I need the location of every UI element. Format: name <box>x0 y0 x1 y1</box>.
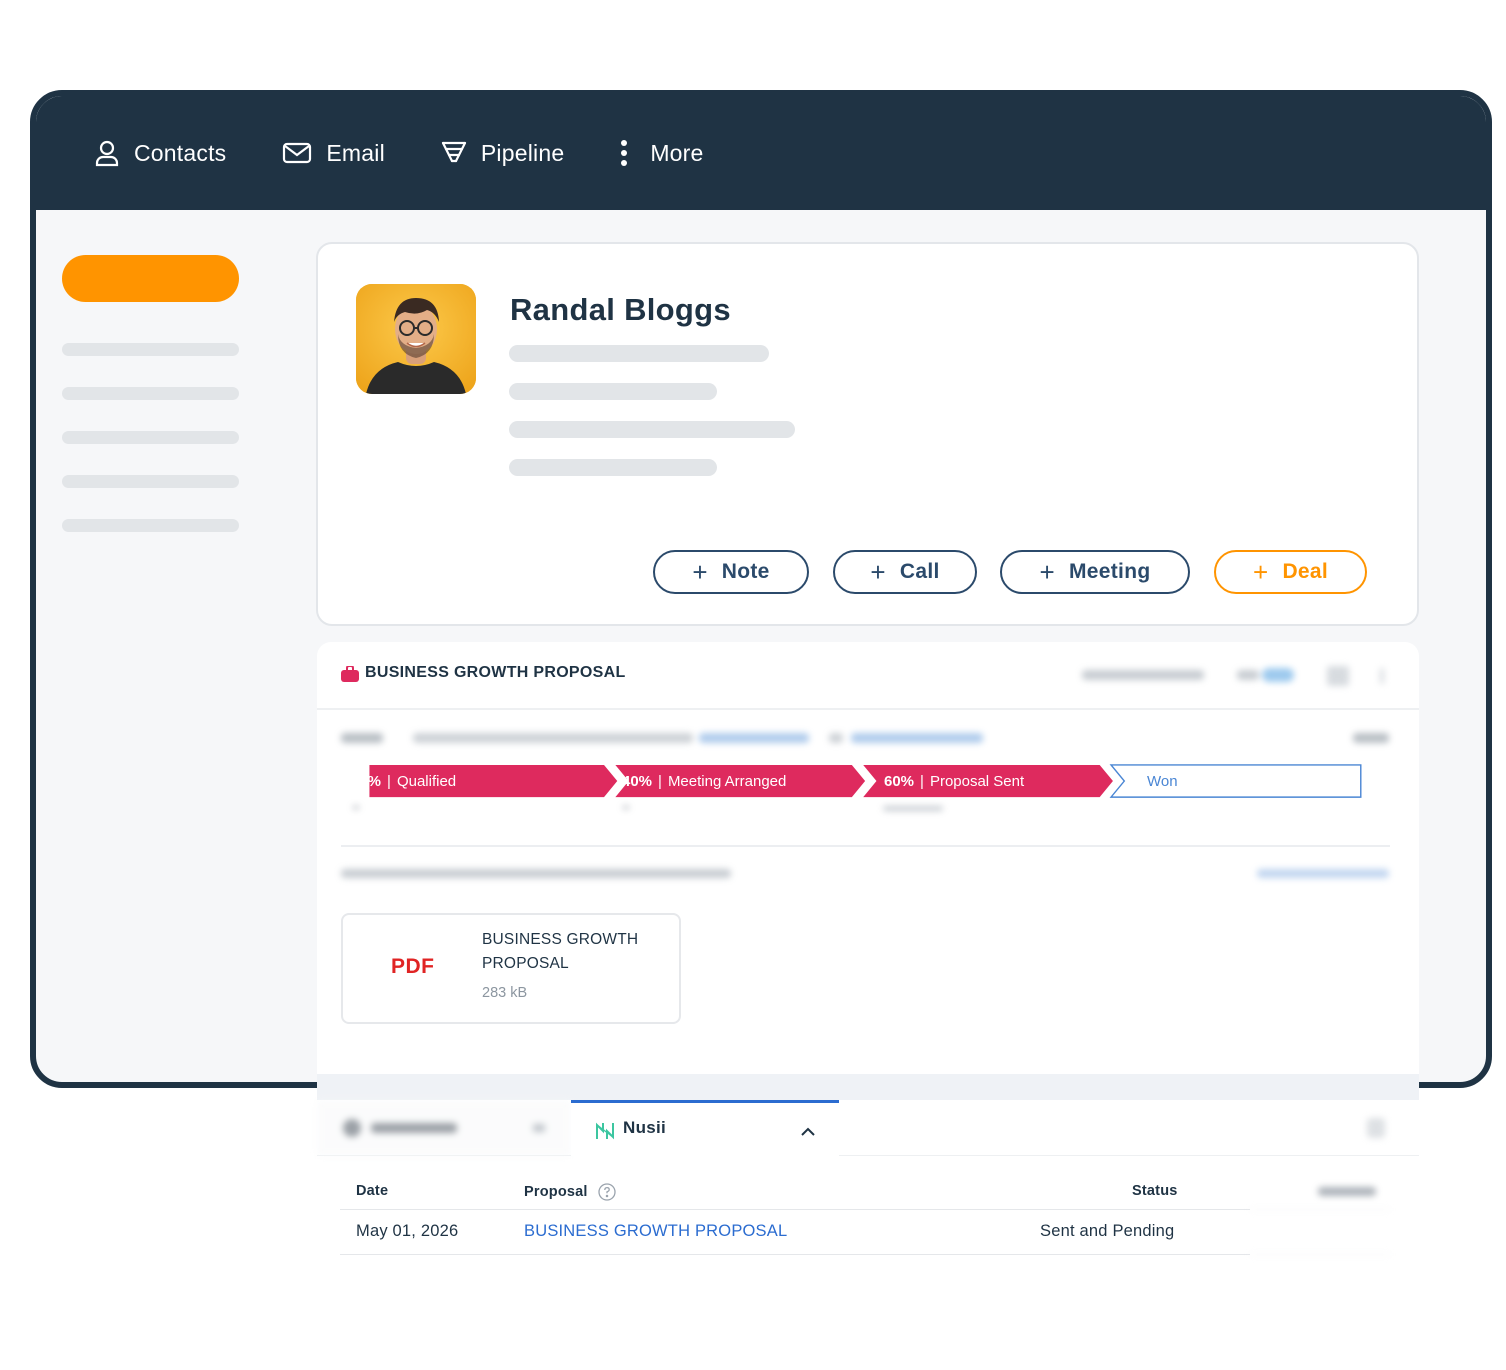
deal-divider <box>341 845 1390 847</box>
nav-more-label: More <box>650 139 704 166</box>
briefcase-icon <box>341 666 359 682</box>
nav-pipeline-label: Pipeline <box>480 139 565 166</box>
sidebar-skeleton-item <box>62 475 239 488</box>
plus-icon: + <box>692 557 708 587</box>
pdf-file-icon: PDF <box>391 955 435 978</box>
nav-email[interactable]: Email <box>282 140 385 167</box>
kebab-icon <box>621 140 628 166</box>
stage-qualified-name: Qualified <box>396 773 457 790</box>
deal-summary-line <box>341 730 1391 746</box>
deal-title: BUSINESS GROWTH PROPOSAL <box>365 664 626 681</box>
plus-icon: + <box>1039 557 1056 587</box>
table-header-rule <box>340 1209 1250 1210</box>
person-icon <box>95 140 119 167</box>
stage-meeting-arranged-name: Meeting Arranged <box>667 773 787 790</box>
nav-contacts-label: Contacts <box>134 139 227 166</box>
funnel-icon <box>441 141 466 163</box>
plus-icon: + <box>870 557 886 587</box>
contact-name: Randal Bloggs <box>510 292 731 327</box>
sidebar-skeleton-item <box>62 343 239 356</box>
nav-contacts[interactable]: Contacts <box>94 139 226 167</box>
tab-other-integration[interactable] <box>317 1100 571 1156</box>
chevron-up-icon[interactable] <box>801 1127 815 1136</box>
stage-meeting-arranged-percent: 40% <box>622 773 653 790</box>
row-proposal-link[interactable]: BUSINESS GROWTH PROPOSAL <box>524 1222 787 1241</box>
stage-meeting-arranged-label: 40% | Meeting Arranged <box>622 764 786 799</box>
contact-detail-skeleton <box>509 345 769 362</box>
column-date: Date <box>356 1183 389 1199</box>
stage-qualified-percent: 10% <box>351 773 382 790</box>
add-note-label: Note <box>721 560 770 583</box>
sidebar-primary-button[interactable] <box>62 255 239 302</box>
nusii-logo-icon <box>596 1122 614 1140</box>
sidebar-skeleton-item <box>62 431 239 444</box>
row-status: Sent and Pending <box>1040 1222 1175 1240</box>
help-circle-icon[interactable] <box>598 1183 616 1201</box>
column-proposal: Proposal <box>524 1183 616 1201</box>
nav-pipeline[interactable]: Pipeline <box>441 140 564 167</box>
add-call-button[interactable]: + Call <box>833 550 977 594</box>
stage-proposal-sent-name: Proposal Sent <box>929 773 1025 790</box>
add-note-button[interactable]: + Note <box>653 550 809 594</box>
add-deal-label: Deal <box>1282 560 1329 583</box>
stage-separator: | <box>658 773 662 790</box>
add-call-label: Call <box>899 560 940 583</box>
deal-stage-track <box>369 764 1362 798</box>
contact-card: Randal Bloggs + Note + Call + Meeting + Deal <box>316 242 1419 626</box>
row-date: May 01, 2026 <box>356 1222 459 1240</box>
stage-separator: | <box>387 773 391 790</box>
nav-email-label: Email <box>326 139 385 166</box>
integrations-strip <box>317 1074 1419 1100</box>
table-rule-extension <box>1250 1254 1390 1255</box>
tab-nusii[interactable]: Nusii <box>571 1100 839 1156</box>
attachment-name: BUSINESS GROWTH PROPOSAL <box>482 931 639 972</box>
deal-header: BUSINESS GROWTH PROPOSAL <box>317 642 1419 710</box>
integration-tabs: Nusii <box>317 1100 1419 1156</box>
deal-header-tools <box>1082 664 1392 688</box>
stage-meta-marks <box>353 806 953 812</box>
add-meeting-button[interactable]: + Meeting <box>1000 550 1190 594</box>
deal-owner-line <box>341 866 1391 880</box>
column-extra-blurred <box>1318 1187 1376 1196</box>
table-rule-extension <box>1250 1209 1390 1210</box>
contact-detail-skeleton <box>509 421 795 438</box>
contact-detail-skeleton <box>509 383 717 400</box>
avatar <box>356 284 476 394</box>
add-meeting-label: Meeting <box>1069 560 1151 583</box>
deal-panel: BUSINESS GROWTH PROPOSAL 10% | Qualified 4… <box>317 642 1419 1074</box>
contact-detail-skeleton <box>509 459 717 476</box>
plus-icon: + <box>1252 557 1269 587</box>
sidebar-skeleton-item <box>62 387 239 400</box>
proposal-attachment-card[interactable]: PDF BUSINESS GROWTH PROPOSAL 283 kB <box>341 913 681 1024</box>
stage-won-label: Won <box>1147 773 1178 790</box>
sidebar-skeleton-item <box>62 519 239 532</box>
stage-separator: | <box>920 773 924 790</box>
top-nav-bar: Contacts Email Pipeline More <box>36 96 1486 210</box>
stage-proposal-sent-label: 60% | Proposal Sent <box>884 764 1024 799</box>
column-proposal-label: Proposal <box>524 1184 588 1200</box>
attachment-size: 283 kB <box>482 985 528 1001</box>
stage-proposal-sent-percent: 60% <box>884 773 915 790</box>
integration-settings-icon[interactable] <box>1367 1118 1385 1138</box>
tab-nusii-label: Nusii <box>623 1118 667 1137</box>
add-deal-button[interactable]: + Deal <box>1214 550 1367 594</box>
column-status: Status <box>1132 1183 1178 1199</box>
envelope-icon <box>283 142 312 164</box>
table-row-rule <box>340 1254 1250 1255</box>
stage-qualified-label: 10% | Qualified <box>351 764 456 799</box>
nav-more[interactable]: More <box>620 140 703 167</box>
